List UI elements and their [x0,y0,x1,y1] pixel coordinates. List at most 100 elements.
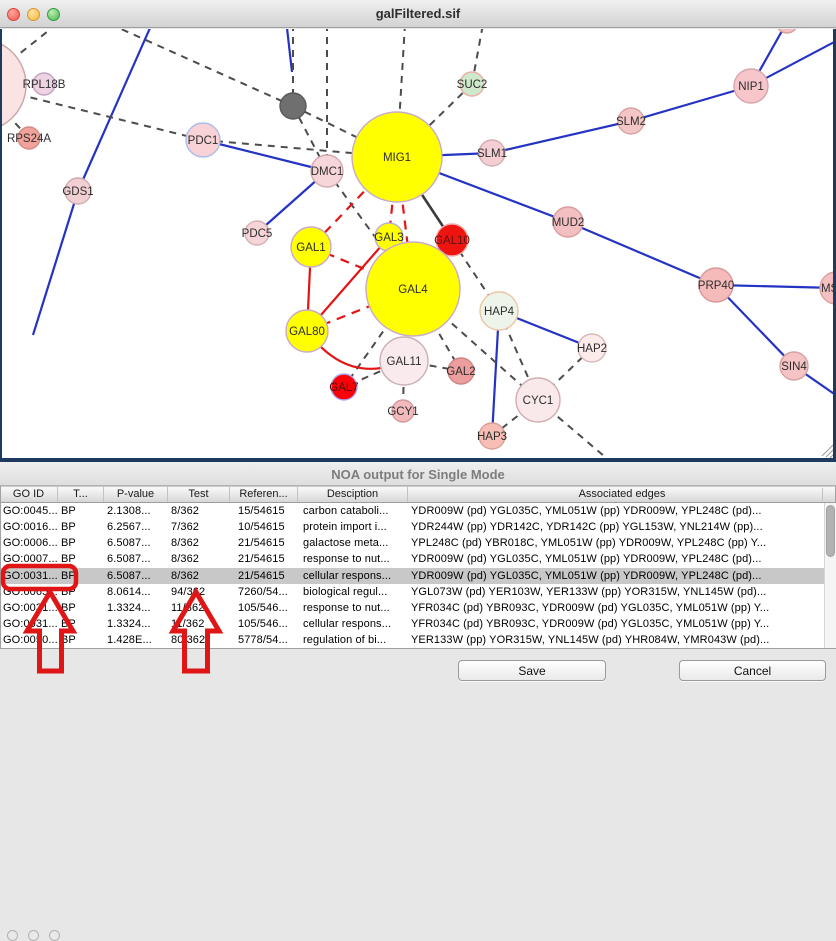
cell-go: GO:0016... [0,519,58,535]
network-edge[interactable] [492,121,631,153]
node-label: GAL3 [374,232,403,244]
node-label: HAP4 [484,306,515,318]
node-label: GAL2 [446,366,475,378]
cell-type: BP [58,632,104,648]
node-label: DMC1 [311,166,344,178]
table-row[interactable]: GO:0007...BP6.5087...8/36221/54615respon… [0,551,824,567]
cell-p: 2.1308... [104,503,168,519]
node-label: PDC5 [242,228,273,240]
column-header-3[interactable]: Test [168,487,230,502]
node-label: GAL1 [296,242,325,254]
cell-type: BP [58,503,104,519]
cell-type: BP [58,551,104,567]
cell-ref: 21/54615 [230,535,298,551]
scrollbar-thumb[interactable] [826,505,835,557]
column-header-2[interactable]: P-value [104,487,168,502]
header-separator [822,488,823,501]
cell-edges: YFR034C (pd) YBR093C, YDR009W (pd) YGL03… [408,600,824,616]
cell-type: BP [58,616,104,632]
cell-edges: YGL073W (pd) YER103W, YER133W (pp) YOR31… [408,584,824,600]
network-edge[interactable] [631,86,751,121]
network-graph[interactable]: RPL18BRPS24AGDS1PDC1DMC1SUC2SLM1SLM2NIP1… [0,29,836,458]
node-label: SIN4 [781,361,807,373]
table-row[interactable]: GO:0045...BP2.1308...8/36215/54615carbon… [0,503,824,519]
column-header-4[interactable]: Referen... [230,487,298,502]
node-label: NIP1 [738,81,764,93]
table-row-selected[interactable]: GO:0031...BP6.5087...8/36221/54615cellul… [0,568,824,584]
table-row[interactable]: GO:0031...BP1.3324...11/362105/546...res… [0,600,824,616]
network-edge[interactable] [78,29,150,191]
node-label: MUD2 [552,217,585,229]
node-label: GAL7 [329,382,358,394]
column-header-5[interactable]: Desciption [298,487,408,502]
table-border-left [0,486,1,648]
cell-ref: 21/54615 [230,551,298,567]
cell-p: 6.5087... [104,535,168,551]
cell-type: BP [58,600,104,616]
network-edge[interactable] [110,29,293,106]
network-edge[interactable] [287,29,292,72]
node-label: GDS1 [62,186,93,198]
network-edge[interactable] [203,140,327,171]
cell-go: GO:0050... [0,632,58,648]
cell-ref: 7260/54... [230,584,298,600]
cell-test: 80/362 [168,632,230,648]
screen: { "window_top": { "title": "galFiltered.… [0,0,836,704]
cell-ref: 5778/54... [230,632,298,648]
node-label: PDC1 [188,135,219,147]
column-header-0[interactable]: GO ID [0,487,58,502]
cell-desc: response to nut... [298,551,408,567]
cell-p: 1.3324... [104,600,168,616]
cell-desc: response to nut... [298,600,408,616]
cell-ref: 105/546... [230,616,298,632]
network-edge[interactable] [568,222,716,285]
cell-go: GO:0006... [0,535,58,551]
cell-desc: biological regul... [298,584,408,600]
cell-p: 1.3324... [104,616,168,632]
cell-type: BP [58,519,104,535]
node-label: PRP40 [698,280,734,292]
cell-p: 1.428E... [104,632,168,648]
table-row[interactable]: GO:0006...BP6.5087...8/36221/54615galact… [0,535,824,551]
cell-test: 7/362 [168,519,230,535]
resize-grip-icon[interactable] [822,445,833,456]
table-header: GO IDT...P-valueTestReferen...Desciption… [0,486,836,503]
cell-p: 8.0614... [104,584,168,600]
node-label: GAL4 [398,284,428,296]
cell-desc: galactose meta... [298,535,408,551]
network-node[interactable] [776,29,798,33]
save-button[interactable]: Save [458,660,606,681]
cell-edges: YDR244W (pp) YDR142C, YDR142C (pp) YGL15… [408,519,824,535]
table-row[interactable]: GO:0065...BP8.0614...94/3627260/54...bio… [0,584,824,600]
cell-ref: 15/54615 [230,503,298,519]
table-row[interactable]: GO:0050...BP1.428E...80/3625778/54...reg… [0,632,824,648]
cell-p: 6.2567... [104,519,168,535]
column-header-6[interactable]: Associated edges [408,487,836,502]
network-node[interactable] [280,93,306,119]
node-label: GCY1 [387,406,418,418]
table-row[interactable]: GO:0031...BP1.3324...11/362105/546...cel… [0,616,824,632]
zoom-icon[interactable] [49,930,60,941]
cell-desc: carbon cataboli... [298,503,408,519]
cell-go: GO:0031... [0,616,58,632]
minimize-icon[interactable] [28,930,39,941]
node-label: GAL10 [434,235,470,247]
node-label: HAP3 [477,431,507,443]
table-row[interactable]: GO:0016...BP6.2567...7/36210/54615protei… [0,519,824,535]
table-border-bottom [0,648,836,649]
cell-edges: YFR034C (pd) YBR093C, YDR009W (pd) YGL03… [408,616,824,632]
cell-edges: YER133W (pp) YOR315W, YNL145W (pd) YHR08… [408,632,824,648]
close-icon[interactable] [7,930,18,941]
cell-test: 8/362 [168,535,230,551]
cell-desc: protein import i... [298,519,408,535]
table-scrollbar[interactable] [824,503,836,648]
network-window-titlebar[interactable]: galFiltered.sif [0,0,836,28]
cell-p: 6.5087... [104,568,168,584]
node-label: GAL11 [387,356,422,368]
node-label: SUC2 [457,79,488,91]
node-label: MIG1 [383,152,411,164]
cell-ref: 10/54615 [230,519,298,535]
network-edge[interactable] [33,191,78,335]
cancel-button[interactable]: Cancel [679,660,826,681]
column-header-1[interactable]: T... [58,487,104,502]
